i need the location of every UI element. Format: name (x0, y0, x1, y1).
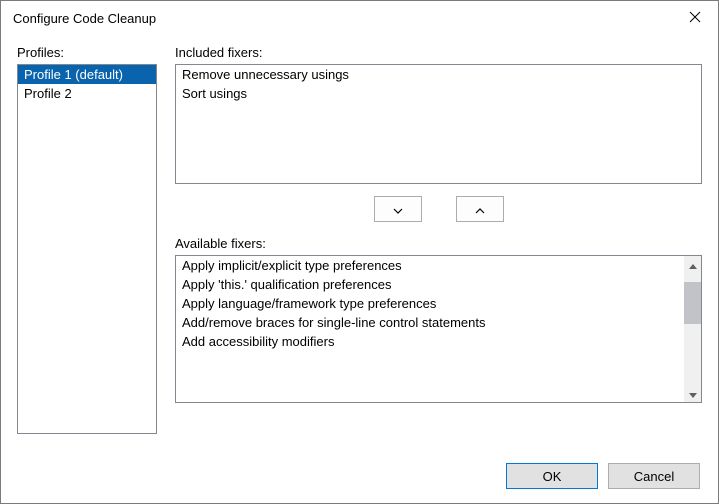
available-inner: Apply implicit/explicit type preferences… (176, 256, 684, 402)
move-down-button[interactable] (374, 196, 422, 222)
profiles-label: Profiles: (17, 45, 157, 60)
available-item[interactable]: Add/remove braces for single-line contro… (176, 313, 684, 332)
close-icon (689, 11, 701, 26)
caret-down-icon (689, 386, 697, 401)
scroll-thumb[interactable] (684, 282, 701, 324)
profile-item[interactable]: Profile 1 (default) (18, 65, 156, 84)
close-button[interactable] (672, 2, 718, 34)
cancel-button[interactable]: Cancel (608, 463, 700, 489)
chevron-down-icon (393, 202, 403, 217)
scroll-up-button[interactable] (684, 256, 701, 273)
profiles-column: Profiles: Profile 1 (default) Profile 2 (17, 45, 157, 434)
included-label: Included fixers: (175, 45, 702, 60)
move-buttons-row (175, 196, 702, 222)
profiles-listbox[interactable]: Profile 1 (default) Profile 2 (17, 64, 157, 434)
chevron-up-icon (475, 202, 485, 217)
caret-up-icon (689, 257, 697, 272)
profile-item[interactable]: Profile 2 (18, 84, 156, 103)
included-item[interactable]: Sort usings (176, 84, 701, 103)
dialog-window: Configure Code Cleanup Profiles: Profile… (0, 0, 719, 504)
available-item[interactable]: Apply 'this.' qualification preferences (176, 275, 684, 294)
client-area: Profiles: Profile 1 (default) Profile 2 … (1, 35, 718, 503)
included-listbox[interactable]: Remove unnecessary usings Sort usings (175, 64, 702, 184)
available-item[interactable]: Apply language/framework type preference… (176, 294, 684, 313)
available-item[interactable]: Apply implicit/explicit type preferences (176, 256, 684, 275)
fixers-column: Included fixers: Remove unnecessary usin… (175, 45, 702, 434)
scroll-down-button[interactable] (684, 385, 701, 402)
included-item[interactable]: Remove unnecessary usings (176, 65, 701, 84)
window-title: Configure Code Cleanup (13, 11, 156, 26)
available-item[interactable]: Add accessibility modifiers (176, 332, 684, 351)
titlebar: Configure Code Cleanup (1, 1, 718, 35)
available-listbox[interactable]: Apply implicit/explicit type preferences… (175, 255, 702, 403)
content-row: Profiles: Profile 1 (default) Profile 2 … (17, 45, 702, 434)
move-up-button[interactable] (456, 196, 504, 222)
available-label: Available fixers: (175, 236, 702, 251)
ok-button[interactable]: OK (506, 463, 598, 489)
scrollbar[interactable] (684, 256, 701, 402)
dialog-button-row: OK Cancel (17, 463, 702, 489)
